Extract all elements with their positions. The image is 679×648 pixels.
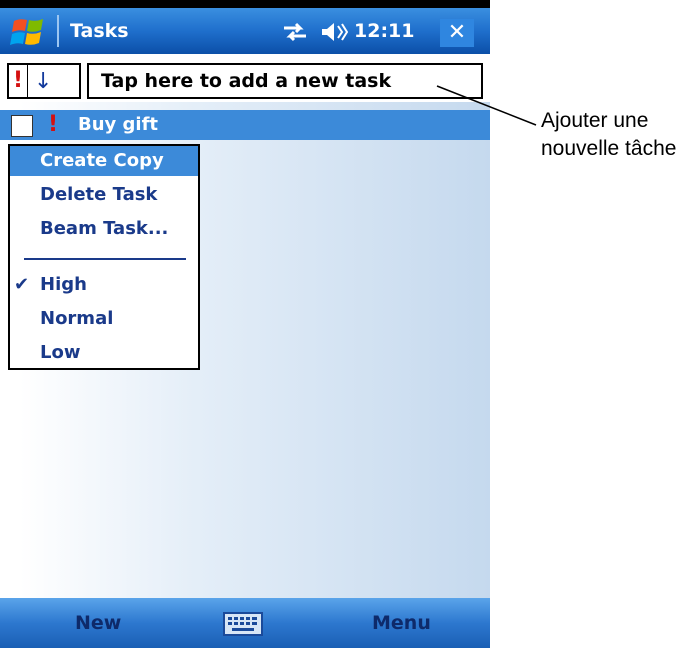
menu-item-delete-task[interactable]: Delete Task [10, 180, 198, 210]
sort-arrow-icon: ↓ [34, 69, 53, 94]
connectivity-icon[interactable] [280, 21, 310, 43]
keyboard-icon[interactable] [223, 612, 263, 636]
task-row[interactable]: ! Buy gift [0, 110, 490, 140]
volume-icon[interactable] [320, 21, 348, 43]
menu-softkey[interactable]: Menu [372, 612, 431, 634]
callout-line-1: Ajouter une [541, 109, 649, 132]
windows-start-icon[interactable] [10, 15, 50, 49]
high-priority-icon: ! [48, 112, 59, 137]
close-icon[interactable]: ✕ [440, 19, 474, 47]
menu-item-high[interactable]: ✔ High [10, 270, 198, 300]
callout-label: Ajouter une nouvelle tâche [541, 107, 677, 163]
title-bar: Tasks 12:11 ✕ [0, 8, 490, 54]
menu-item-create-copy[interactable]: Create Copy [10, 146, 198, 176]
context-menu: Create Copy Delete Task Beam Task... ✔ H… [8, 144, 200, 370]
menu-item-normal[interactable]: Normal [10, 304, 198, 334]
clock[interactable]: 12:11 [354, 20, 414, 42]
entry-bar: ! ↓ Tap here to add a new task [0, 54, 490, 102]
pocket-pc-screen: Tasks 12:11 ✕ ! ↓ Tap here to add a new … [0, 0, 490, 648]
menu-item-beam-task[interactable]: Beam Task... [10, 214, 198, 244]
checkmark-icon: ✔ [14, 274, 30, 295]
menu-item-high-label: High [40, 274, 87, 295]
task-checkbox[interactable] [11, 115, 33, 137]
priority-button[interactable]: ! [7, 63, 29, 99]
new-softkey[interactable]: New [75, 612, 121, 634]
sort-button[interactable]: ↓ [27, 63, 81, 99]
tasks-content-area: ! ↓ Tap here to add a new task ! Buy gif… [0, 54, 490, 598]
task-label: Buy gift [78, 114, 159, 135]
app-title: Tasks [70, 20, 129, 42]
menu-separator [24, 258, 186, 260]
menu-item-low[interactable]: Low [10, 338, 198, 368]
title-separator [57, 15, 59, 47]
callout-line-2: nouvelle tâche [541, 137, 677, 160]
menu-bar: New Menu [0, 598, 490, 648]
new-task-input[interactable]: Tap here to add a new task [87, 63, 483, 99]
